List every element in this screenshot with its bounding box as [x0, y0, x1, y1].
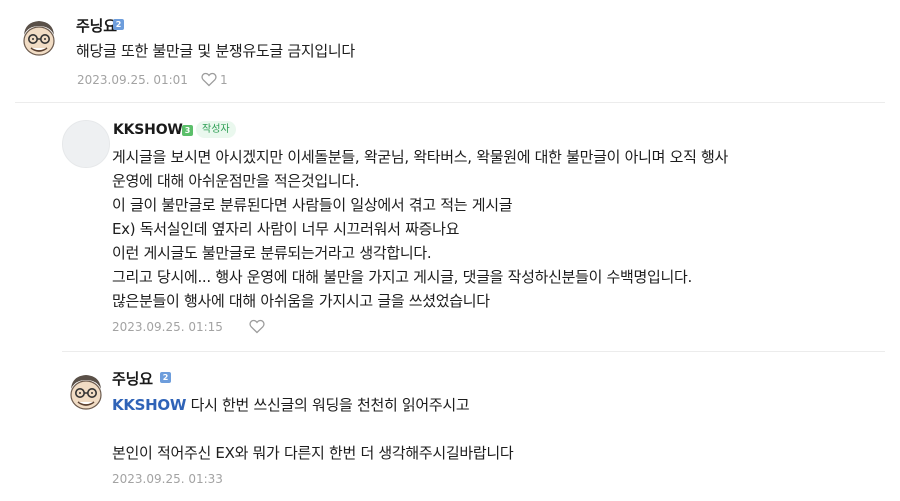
comment-divider	[62, 351, 885, 352]
comment-nickname[interactable]: 주닝요	[112, 368, 153, 389]
comment-line: 그리고 당시에... 행사 운영에 대해 불만을 가지고 게시글, 댓글을 작성…	[112, 268, 693, 286]
comment-line: 이 글이 불만글로 분류된다면 사람들이 일상에서 겪고 적는 게시글	[112, 196, 513, 214]
comment-date: 2023.09.25. 01:33	[112, 472, 223, 486]
level-badge-icon: 2	[113, 19, 124, 30]
comment-line: 본인이 적어주신 EX와 뭐가 다른지 한번 더 생각해주시길바랍니다	[112, 444, 514, 462]
avatar[interactable]	[62, 120, 110, 168]
avatar[interactable]	[62, 368, 110, 416]
comment-nickname[interactable]: 주닝요	[76, 15, 117, 36]
author-badge: 작성자	[196, 121, 236, 138]
cartoon-face-icon	[15, 14, 63, 62]
comment-line: 해당글 또한 불만글 및 분쟁유도글 금지입니다	[76, 42, 355, 60]
comment-line: 이런 게시글도 불만글로 분류되는거라고 생각합니다.	[112, 244, 432, 262]
comment-line: Ex) 독서실인데 옆자리 사람이 너무 시끄러워서 짜증나요	[112, 220, 460, 238]
comment-date: 2023.09.25. 01:15	[112, 320, 223, 334]
comment-nickname[interactable]: KKSHOW	[113, 122, 183, 138]
heart-outline-icon[interactable]	[249, 319, 265, 334]
mention-link[interactable]: KKSHOW	[112, 396, 186, 414]
comment-text: 해당글 또한 불만글 및 분쟁유도글 금지입니다	[76, 39, 355, 63]
level-badge-icon: 3	[182, 125, 193, 136]
comment-line: 많은분들이 행사에 대해 아쉬움을 가지시고 글을 쓰셨었습니다	[112, 292, 490, 310]
comment-line-rest: 다시 한번 쓰신글의 워딩을 천천히 읽어주시고	[186, 396, 470, 414]
comment-divider	[15, 102, 885, 103]
comment-date: 2023.09.25. 01:01	[77, 73, 188, 87]
cartoon-face-icon	[62, 368, 110, 416]
level-badge-icon: 2	[160, 372, 171, 383]
comment-line: 운영에 대해 아쉬운점만을 적은것입니다.	[112, 172, 360, 190]
avatar[interactable]	[15, 14, 63, 62]
comment-text: KKSHOW 다시 한번 쓰신글의 워딩을 천천히 읽어주시고 본인이 적어주신…	[112, 393, 514, 465]
comment-text: 게시글을 보시면 아시겠지만 이세돌분들, 왁굳님, 왁타버스, 왁물원에 대한…	[112, 145, 728, 313]
default-profile-icon	[63, 121, 109, 167]
comment-line: 게시글을 보시면 아시겠지만 이세돌분들, 왁굳님, 왁타버스, 왁물원에 대한…	[112, 148, 729, 166]
comment-line: KKSHOW 다시 한번 쓰신글의 워딩을 천천히 읽어주시고	[112, 393, 513, 417]
heart-outline-icon[interactable]	[201, 72, 217, 87]
like-count: 1	[220, 73, 228, 87]
